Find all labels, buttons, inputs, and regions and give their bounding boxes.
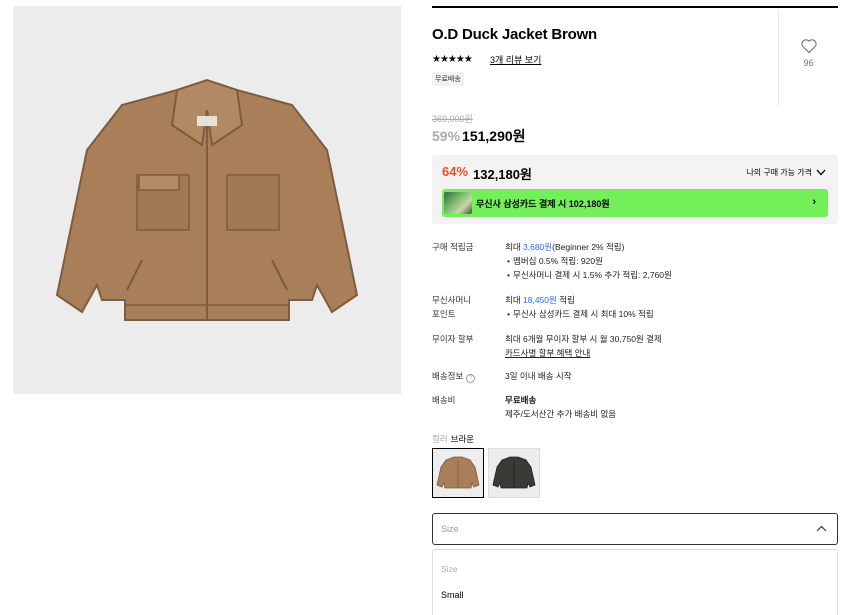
original-price: 369,000원 xyxy=(432,114,473,124)
samsung-card-banner[interactable]: 무신사 삼성카드 결제 시 102,180원 › xyxy=(442,189,828,217)
jacket-black-thumbnail xyxy=(492,456,536,489)
best-price: 132,180원 xyxy=(473,167,532,182)
color-label: 컬러 브라운 xyxy=(432,433,474,445)
heart-icon xyxy=(800,39,817,54)
money-label-line1: 무신사머니 xyxy=(432,295,472,305)
card-thumbnail xyxy=(444,192,472,214)
shipping-fee-label: 배송비 xyxy=(432,395,456,405)
money-suffix: 적립 xyxy=(556,295,575,305)
installment-link[interactable]: 카드사별 할부 혜택 안내 xyxy=(505,346,835,360)
points-bullet: 멤버십 0.5% 적립: 920원 xyxy=(505,254,835,268)
points-amount: 3,680원 xyxy=(523,242,553,252)
shipping-info-label-text: 배송정보 xyxy=(432,371,464,381)
my-price-toggle[interactable]: 나의 구매 가능 가격 xyxy=(746,167,826,178)
divider xyxy=(432,6,838,8)
best-discount-percent: 64% xyxy=(442,164,469,179)
color-label-title: 컬러 xyxy=(432,434,448,444)
rating-stars-icon: ★★★★★ xyxy=(432,54,473,65)
size-select-placeholder: Size xyxy=(441,524,459,534)
points-label: 구매 적립금 xyxy=(432,242,474,252)
benefit-price-box: 64% 132,180원 나의 구매 가능 가격 무신사 삼성카드 결제 시 1… xyxy=(432,155,838,224)
money-label: 무신사머니 포인트 xyxy=(432,293,502,321)
shipping-fee-value: 무료배송 제주/도서산간 추가 배송비 없음 xyxy=(505,393,835,421)
points-value: 최대 3,680원(Beginner 2% 적립) 멤버십 0.5% 적립: 9… xyxy=(505,240,835,282)
size-option-small[interactable]: Small xyxy=(441,590,464,600)
chevron-up-icon xyxy=(816,525,827,532)
installment-label: 무이자 할부 xyxy=(432,334,474,344)
wishlist-count: 96 xyxy=(803,58,814,68)
shipping-info-value: 3일 이내 배송 시작 xyxy=(505,371,572,381)
installment-value: 최대 6개월 무이자 할부 시 월 30,750원 결제 카드사별 할부 혜택 … xyxy=(505,332,835,360)
info-icon[interactable]: ? xyxy=(466,374,476,383)
sale-price-row: 59% 151,290원 xyxy=(432,126,526,146)
color-selected: 브라운 xyxy=(450,434,475,444)
shipping-fee-main: 무료배송 xyxy=(505,395,537,405)
free-shipping-badge: 무료배송 xyxy=(432,72,464,86)
points-bullet: 무신사머니 결제 시 1.5% 추가 적립: 2,760원 xyxy=(505,268,835,282)
size-dropdown: Size Small xyxy=(432,549,838,615)
shipping-fee-sub: 제주/도서산간 추가 배송비 없음 xyxy=(505,409,617,419)
points-suffix: (Beginner 2% 적립) xyxy=(552,242,625,252)
card-banner-text: 무신사 삼성카드 결제 시 102,180원 xyxy=(476,198,610,209)
my-price-label: 나의 구매 가능 가격 xyxy=(746,168,812,177)
color-swatch-black[interactable] xyxy=(488,448,540,498)
product-image[interactable] xyxy=(13,6,401,394)
money-amount: 18,450원 xyxy=(523,295,557,305)
jacket-illustration xyxy=(55,78,359,321)
size-select[interactable]: Size xyxy=(432,513,838,545)
money-prefix: 최대 xyxy=(505,295,524,305)
product-title: O.D Duck Jacket Brown xyxy=(432,26,598,43)
size-option-placeholder: Size xyxy=(441,564,458,574)
points-prefix: 최대 xyxy=(505,242,524,252)
shipping-info-label: 배송정보? xyxy=(432,369,502,383)
money-label-line2: 포인트 xyxy=(432,309,456,319)
color-swatch-brown[interactable] xyxy=(432,448,484,498)
jacket-brown-thumbnail xyxy=(436,456,480,489)
chevron-right-icon: › xyxy=(812,196,816,208)
wishlist-button[interactable]: 96 xyxy=(778,10,838,106)
money-value: 최대 18,450원 적립 무신사 삼성카드 결제 시 최대 10% 적립 xyxy=(505,293,835,321)
installment-text: 최대 6개월 무이자 할부 시 월 30,750원 결제 xyxy=(505,334,662,344)
review-link[interactable]: 3개 리뷰 보기 xyxy=(490,53,541,66)
chevron-down-icon xyxy=(816,169,826,176)
money-bullet: 무신사 삼성카드 결제 시 최대 10% 적립 xyxy=(505,307,835,321)
discount-percent: 59% xyxy=(432,128,461,144)
sale-price: 151,290원 xyxy=(462,128,526,144)
